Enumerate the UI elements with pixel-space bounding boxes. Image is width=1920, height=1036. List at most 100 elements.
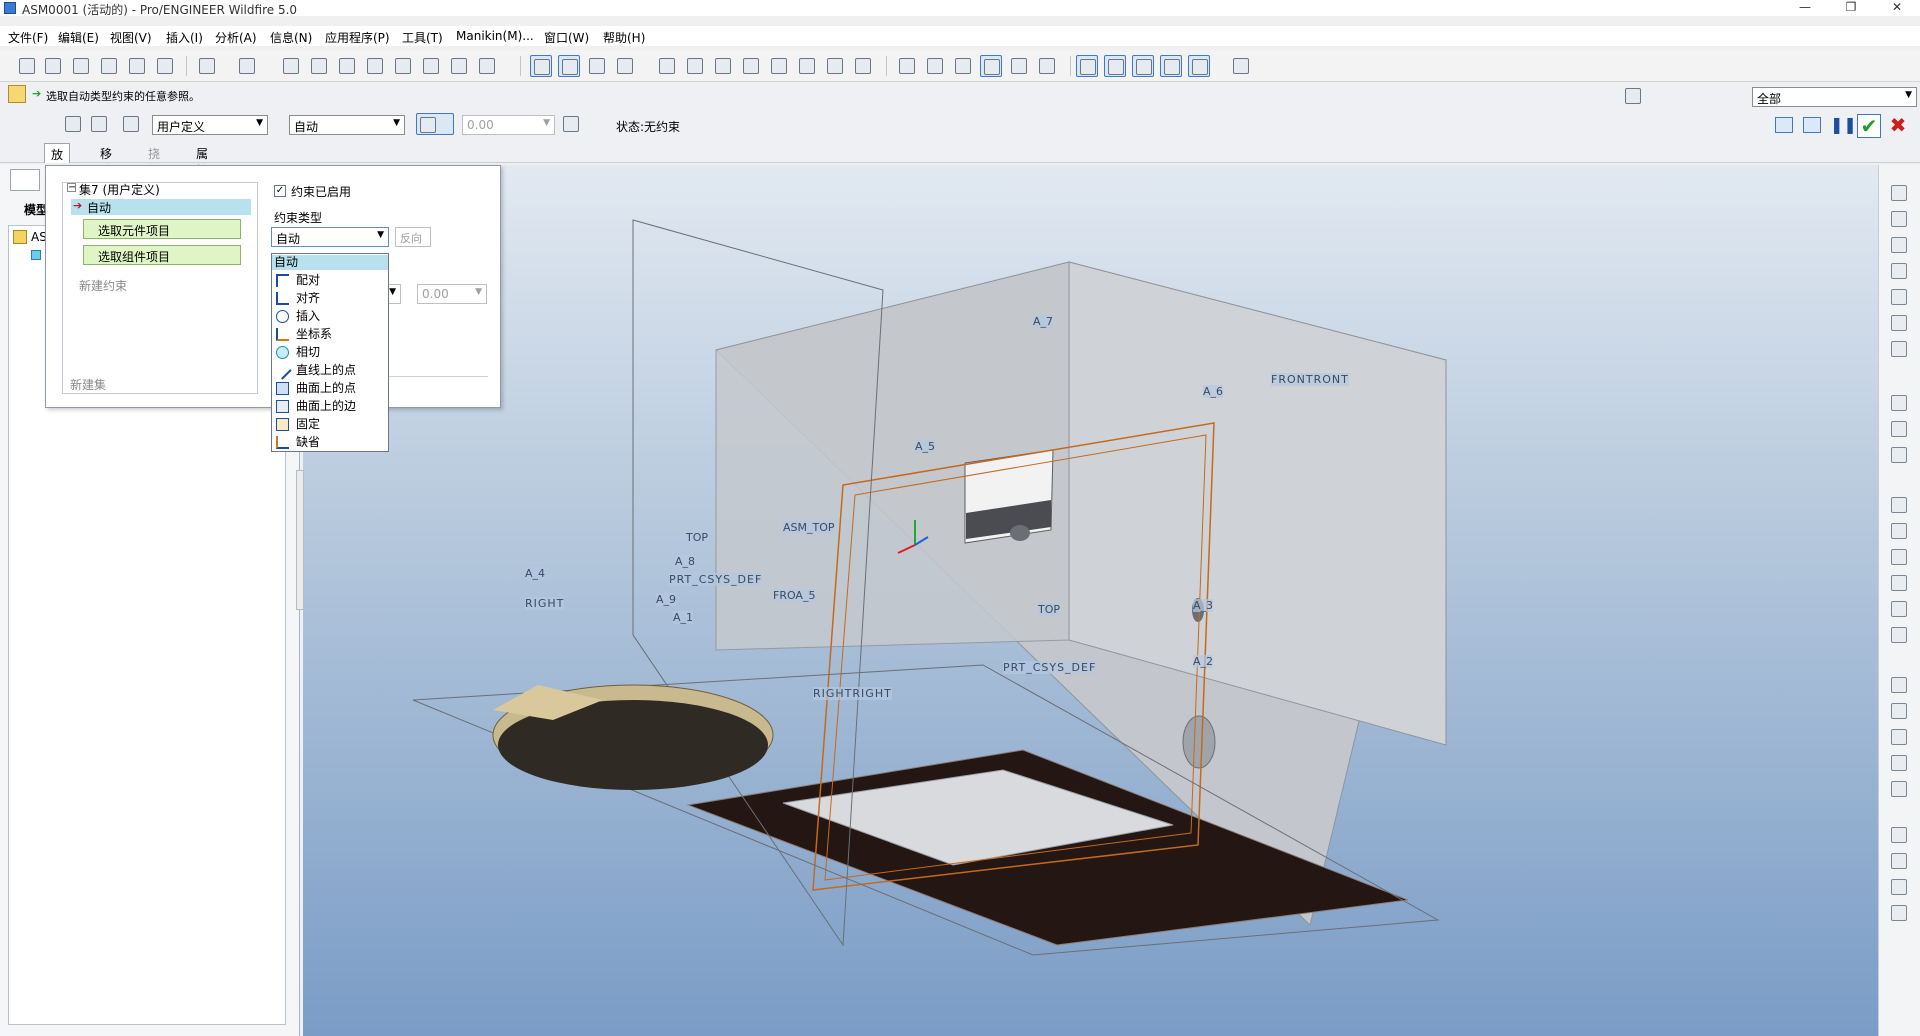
model-tree-display-icon[interactable]	[1036, 55, 1058, 77]
pan-icon[interactable]	[656, 55, 678, 77]
constraint-enabled-checkbox[interactable]: ✓	[274, 185, 286, 197]
tab-move[interactable]: 移动	[94, 143, 118, 178]
table-icon[interactable]	[1889, 903, 1909, 923]
menu-manikin[interactable]: Manikin(M)...	[456, 29, 534, 43]
constraint-type-select[interactable]: 自动 ▼	[289, 115, 405, 135]
reorient-icon[interactable]	[768, 55, 790, 77]
cancel-x-icon[interactable]: ✖	[1886, 114, 1910, 138]
flag-icon[interactable]	[120, 113, 142, 135]
menu-info[interactable]: 信息(N)	[270, 29, 312, 46]
collapse-icon[interactable]: −	[67, 183, 76, 193]
flip-button[interactable]: 反向	[395, 227, 431, 247]
axis-tag-display-icon[interactable]	[1104, 55, 1126, 77]
selected-constraint-label[interactable]: 自动	[87, 199, 111, 216]
option-mate[interactable]: 配对	[272, 273, 388, 288]
save-icon[interactable]	[70, 55, 92, 77]
option-default[interactable]: 缺省	[272, 435, 388, 450]
constraint-edit-icon[interactable]	[62, 113, 84, 135]
axis-label-a9[interactable]: A_9	[656, 593, 677, 606]
offset-distance-input[interactable]: 0.00 ▼	[417, 284, 487, 304]
menu-help[interactable]: 帮助(H)	[603, 29, 645, 46]
option-fix[interactable]: 固定	[272, 417, 388, 432]
menu-applications[interactable]: 应用程序(P)	[325, 29, 390, 46]
create-component-icon[interactable]	[1889, 419, 1909, 439]
thicken-icon[interactable]	[1889, 825, 1909, 845]
new-set-link[interactable]: 新建集	[70, 376, 106, 393]
print-icon[interactable]	[98, 55, 120, 77]
analysis-feature-icon[interactable]	[1889, 339, 1909, 359]
datum-axis-icon[interactable]	[1889, 235, 1909, 255]
csys-label-prt-csys-def[interactable]: PRT_CSYS_DEF	[1003, 661, 1097, 674]
option-align[interactable]: 对齐	[272, 291, 388, 306]
axis-label-a8[interactable]: A_8	[675, 555, 696, 568]
confirm-check-icon[interactable]: ✔	[1857, 114, 1881, 138]
datum-curve-icon[interactable]	[1889, 261, 1909, 281]
axis-label-a1[interactable]: A_1	[673, 611, 694, 624]
axis-label-a6[interactable]: A_6	[1203, 385, 1224, 398]
component-window-icon[interactable]	[88, 113, 110, 135]
plane-tag-display-icon[interactable]	[1076, 55, 1098, 77]
trim-icon[interactable]	[1889, 753, 1909, 773]
select-box-icon[interactable]	[476, 55, 498, 77]
flip-icon[interactable]	[560, 113, 582, 135]
constraint-type-dropdown[interactable]: 自动 ▼	[271, 227, 389, 247]
datum-label-top-1[interactable]: TOP	[686, 531, 709, 544]
option-automatic[interactable]: 自动	[272, 255, 388, 270]
tree-icon[interactable]	[10, 169, 40, 191]
revolve-icon[interactable]	[1889, 547, 1909, 567]
axis-label-a7[interactable]: A_7	[1033, 315, 1054, 328]
datum-plane-display-icon[interactable]	[530, 55, 552, 77]
menu-tools[interactable]: 工具(T)	[402, 29, 443, 46]
separate-window-icon[interactable]	[1800, 114, 1824, 138]
constraint-set-label[interactable]: 集7 (用户定义)	[79, 181, 160, 198]
offset-icon[interactable]	[1889, 779, 1909, 799]
new-constraint-link[interactable]: 新建约束	[79, 277, 127, 294]
axis-label-a4[interactable]: A_4	[525, 567, 546, 580]
pause-icon[interactable]: ❚❚	[1830, 114, 1857, 138]
preview-window-icon[interactable]	[1772, 114, 1796, 138]
sweep-icon[interactable]	[1889, 573, 1909, 593]
email-icon[interactable]	[126, 55, 148, 77]
datum-label-froa[interactable]: FROA_5	[773, 589, 816, 602]
cut-icon[interactable]	[280, 55, 302, 77]
regenerate-icon[interactable]	[392, 55, 414, 77]
csys-tag-display-icon[interactable]	[1160, 55, 1182, 77]
extrude-icon[interactable]	[1889, 521, 1909, 541]
axis-label-a3[interactable]: A_3	[1193, 599, 1214, 612]
filter-select[interactable]: 全部 ▼	[1752, 87, 1917, 107]
datum-label-asm-top[interactable]: ASM_TOP	[783, 521, 835, 534]
layers-icon[interactable]	[824, 55, 846, 77]
menu-file[interactable]: 文件(F)	[8, 29, 48, 46]
option-point-on-line[interactable]: 直线上的点	[272, 361, 388, 380]
hidden-line-icon[interactable]	[924, 55, 946, 77]
menu-window[interactable]: 窗口(W)	[544, 29, 589, 46]
menu-insert[interactable]: 插入(I)	[166, 29, 203, 46]
solidify-icon[interactable]	[1889, 851, 1909, 871]
option-tangent[interactable]: 相切	[272, 345, 388, 360]
menu-edit[interactable]: 编辑(E)	[58, 29, 99, 46]
mirror-icon[interactable]	[1889, 701, 1909, 721]
sketch-curve-icon[interactable]	[1889, 183, 1909, 203]
tab-properties[interactable]: 属性	[190, 143, 214, 178]
email-link-icon[interactable]	[154, 55, 176, 77]
set-type-select[interactable]: 用户定义 ▼	[152, 115, 268, 135]
panel-splitter[interactable]	[296, 470, 304, 610]
datum-plane-icon[interactable]	[1889, 209, 1909, 229]
shading-sphere-icon[interactable]	[614, 55, 636, 77]
axis-label-a5[interactable]: A_5	[915, 440, 936, 453]
offset-value-input[interactable]: 0.00 ▼	[462, 115, 555, 135]
datum-point-icon[interactable]	[1889, 287, 1909, 307]
datum-axis-display-icon[interactable]	[558, 55, 580, 77]
draft-icon[interactable]	[1889, 877, 1909, 897]
datum-point-display-icon[interactable]	[586, 55, 608, 77]
view-manager-icon[interactable]	[852, 55, 874, 77]
tab-placement[interactable]: 放置	[44, 143, 71, 179]
minimize-button[interactable]: —	[1782, 0, 1828, 16]
redo-icon[interactable]	[236, 55, 258, 77]
wireframe-icon[interactable]	[896, 55, 918, 77]
csys-label-prt-csys-def-2[interactable]: PRT_CSYS_DEF	[669, 573, 763, 586]
no-hidden-icon[interactable]	[952, 55, 974, 77]
merge-icon[interactable]	[1889, 727, 1909, 747]
axis-label-a2[interactable]: A_2	[1193, 655, 1214, 668]
round-icon[interactable]	[1889, 599, 1909, 619]
